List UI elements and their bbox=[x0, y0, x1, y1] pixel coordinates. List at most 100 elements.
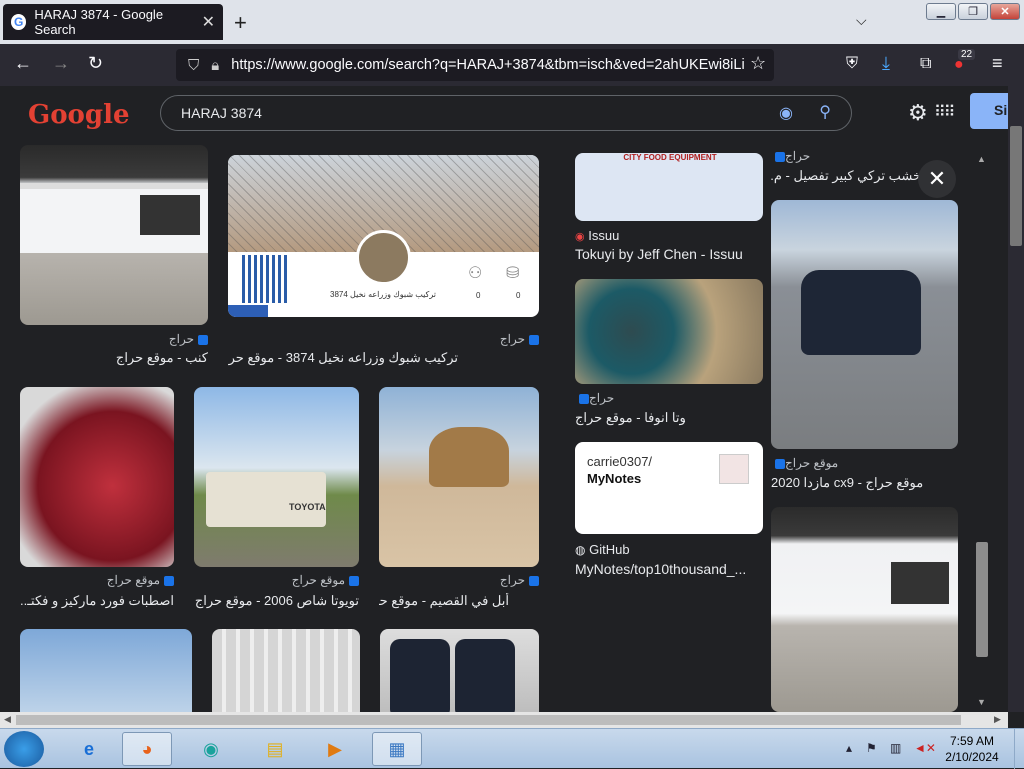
result-image-cage[interactable] bbox=[212, 629, 360, 712]
result-title[interactable]: أبل في القصيم - موقع حراج bbox=[379, 593, 509, 609]
forward-arrow-icon[interactable]: → bbox=[52, 53, 70, 74]
result-title[interactable]: اصطبات فورد ماركيز و فكتـ... bbox=[20, 593, 174, 609]
result-image-pickup-truck[interactable]: TOYOTA bbox=[194, 387, 359, 567]
new-tab-icon[interactable]: + bbox=[234, 10, 247, 36]
clock-time: 7:59 AM bbox=[949, 734, 995, 748]
result-image-boots[interactable] bbox=[380, 629, 539, 712]
apps-grid-icon[interactable]: ⠿⠿ bbox=[934, 102, 955, 122]
results-scrollbar-thumb[interactable] bbox=[976, 542, 988, 657]
window-close-icon[interactable]: ✕ bbox=[990, 3, 1020, 20]
people-icon: ⚇ bbox=[468, 265, 483, 282]
result-title[interactable]: تويوتا شاص 2006 - موقع حراج bbox=[194, 593, 359, 609]
result-image-sky[interactable] bbox=[20, 629, 192, 712]
google-lens-icon[interactable]: ◉ bbox=[779, 103, 793, 123]
result-image-mazda-cx9[interactable] bbox=[771, 200, 958, 449]
internet-explorer-icon[interactable]: e bbox=[64, 732, 114, 766]
result-title[interactable]: تركيب شبوك وزراعه نخيل 3874 - موقع حراج bbox=[228, 350, 458, 366]
github-favicon-icon: ◍ bbox=[575, 543, 586, 557]
windows-taskbar: e ◕ ◉ ▤ ▶ ▦ ▴ ⚑ ▥ ◄✕ 7:59 AM 2/10/2024 bbox=[0, 728, 1024, 769]
list-all-tabs-icon[interactable]: ⌵ bbox=[856, 12, 867, 29]
horizontal-scrollbar-thumb[interactable] bbox=[16, 715, 961, 725]
result-source[interactable]: ◉ Issuu bbox=[575, 228, 619, 243]
result-image-tv-stand[interactable] bbox=[20, 145, 208, 325]
result-title[interactable]: تايوتا انوفا - موقع حراج bbox=[575, 410, 685, 426]
close-tab-icon[interactable]: ✕ bbox=[202, 12, 215, 32]
result-image-car-interior[interactable] bbox=[575, 279, 763, 384]
menu-icon[interactable]: ≡ bbox=[992, 53, 1003, 74]
tab-google-search[interactable]: G HARAJ 3874 - Google Search ✕ bbox=[3, 4, 223, 40]
haraj-favicon-icon bbox=[529, 575, 539, 586]
show-desktop-button[interactable] bbox=[1014, 729, 1024, 769]
tracking-protection-icon[interactable]: ⛉ bbox=[188, 57, 199, 74]
result-source[interactable]: حراج bbox=[575, 391, 763, 405]
result-source[interactable]: ◍ GitHub bbox=[575, 542, 630, 557]
back-arrow-icon[interactable]: ← bbox=[14, 53, 32, 74]
settings-gear-icon[interactable]: ⚙ bbox=[908, 100, 928, 126]
reload-icon[interactable]: ↻ bbox=[88, 53, 103, 74]
results-scrollbar[interactable]: ▲ ▼ bbox=[974, 152, 990, 712]
firefox-icon[interactable]: ◕ bbox=[122, 732, 172, 766]
start-button[interactable] bbox=[4, 731, 44, 767]
edge-icon[interactable]: ◉ bbox=[186, 732, 236, 766]
extension-badge: 22 bbox=[958, 49, 976, 60]
lock-icon[interactable]: 🔒︎ bbox=[211, 57, 219, 74]
result-image-city-food-equipment[interactable]: CITY FOOD EQUIPMENT bbox=[575, 153, 763, 221]
media-player-icon[interactable]: ▶ bbox=[310, 732, 360, 766]
network-icon[interactable]: ▥ bbox=[890, 741, 901, 755]
result-source[interactable]: موقع حراج bbox=[20, 573, 174, 587]
haraj-favicon-icon bbox=[775, 458, 785, 469]
result-source[interactable]: حراج bbox=[771, 149, 811, 163]
search-icon[interactable]: ⚲ bbox=[819, 102, 831, 122]
pocket-icon[interactable]: ⛨ bbox=[846, 55, 858, 73]
haraj-favicon-icon bbox=[579, 393, 589, 404]
flag-icon[interactable]: ⚑ bbox=[866, 741, 877, 755]
card-caption: تركيب شبوك وزراعه نخيل 3874 bbox=[330, 290, 436, 299]
bag-icon: ⛁ bbox=[506, 265, 520, 282]
horizontal-scrollbar[interactable]: ◀ ▶ bbox=[0, 712, 1008, 728]
url-text: https://www.google.com/search?q=HARAJ+38… bbox=[231, 57, 745, 73]
haraj-favicon-icon bbox=[529, 334, 539, 345]
clock-date: 2/10/2024 bbox=[945, 750, 999, 764]
page-vertical-scrollbar[interactable] bbox=[1008, 86, 1024, 712]
haraj-favicon-icon bbox=[775, 151, 785, 162]
result-source[interactable]: موقع حراج bbox=[771, 456, 958, 470]
volume-muted-icon[interactable]: ◄✕ bbox=[914, 741, 936, 755]
result-image-fence[interactable]: تركيب شبوك وزراعه نخيل 3874 ⚇ ⛁ 0 0 bbox=[228, 155, 539, 317]
result-title[interactable]: Tokuyi by Jeff Chen - Issuu bbox=[575, 246, 763, 262]
result-title[interactable]: مازدا 2020 cx9 - موقع حراج bbox=[771, 475, 931, 491]
address-bar[interactable]: ⛉ 🔒︎ https://www.google.com/search?q=HAR… bbox=[176, 49, 774, 81]
result-image-github-card[interactable]: carrie0307/ MyNotes bbox=[575, 442, 763, 534]
search-query: HARAJ 3874 bbox=[181, 105, 262, 121]
google-header: Google HARAJ 3874 ◉ ⚲ ⚙ ⠿⠿ Si bbox=[0, 86, 1024, 140]
result-source[interactable]: حراج bbox=[20, 332, 208, 346]
issuu-favicon-icon: ◉ bbox=[575, 231, 585, 243]
result-image-tail-light[interactable] bbox=[20, 387, 174, 567]
result-title[interactable]: كنب - موقع حراج bbox=[20, 350, 208, 366]
google-favicon-icon: G bbox=[11, 14, 27, 30]
downloads-icon[interactable]: ⤓ bbox=[882, 53, 890, 74]
show-hidden-icons-icon[interactable]: ▴ bbox=[846, 741, 852, 755]
result-image-tv-stand-2[interactable] bbox=[771, 507, 958, 712]
result-title[interactable]: خشب تركي كبير تفصيل - م... bbox=[771, 168, 921, 184]
image-results: حراج كنب - موقع حراج تركيب شبوك وزراعه ن… bbox=[0, 140, 1008, 712]
result-source[interactable]: حراج bbox=[379, 573, 539, 587]
google-logo[interactable]: Google bbox=[28, 100, 130, 130]
tab-bar: G HARAJ 3874 - Google Search ✕ + ⌵ ▁ ❐ ✕ bbox=[0, 0, 1024, 44]
minimize-icon[interactable]: ▁ bbox=[926, 3, 956, 20]
control-panel-icon[interactable]: ▦ bbox=[372, 732, 422, 766]
result-title[interactable]: MyNotes/top10thousand_... bbox=[575, 561, 755, 577]
maximize-icon[interactable]: ❐ bbox=[958, 3, 988, 20]
system-clock[interactable]: 7:59 AM 2/10/2024 bbox=[940, 733, 1004, 765]
bookmark-star-icon[interactable]: ☆ bbox=[750, 53, 766, 74]
extensions-icon[interactable]: ⧉ bbox=[920, 55, 931, 73]
haraj-favicon-icon bbox=[349, 575, 359, 586]
result-image-camel[interactable] bbox=[379, 387, 539, 567]
qr-code-icon bbox=[242, 255, 290, 303]
file-explorer-icon[interactable]: ▤ bbox=[250, 732, 300, 766]
search-input[interactable]: HARAJ 3874 ◉ ⚲ bbox=[160, 95, 852, 131]
result-source[interactable]: موقع حراج bbox=[194, 573, 359, 587]
result-source[interactable]: حراج bbox=[228, 332, 539, 346]
haraj-favicon-icon bbox=[198, 334, 208, 345]
close-preview-button[interactable]: ✕ bbox=[918, 160, 956, 198]
page-scrollbar-thumb[interactable] bbox=[1010, 126, 1022, 246]
